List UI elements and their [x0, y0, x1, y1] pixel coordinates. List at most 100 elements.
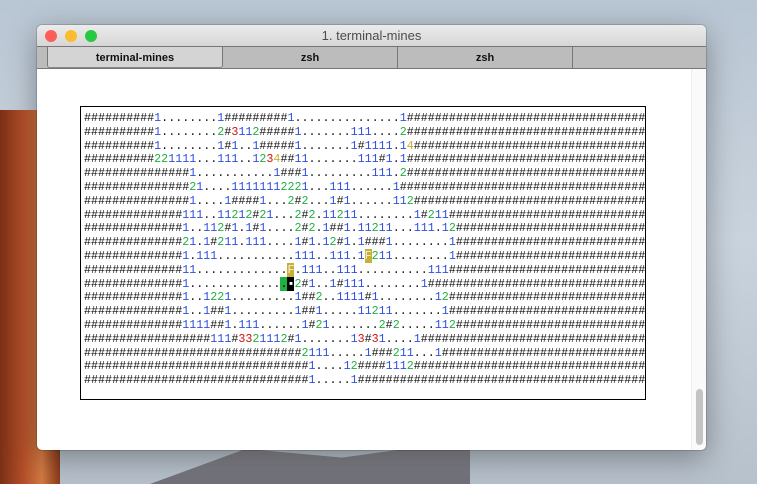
cell-hidden[interactable]: # — [554, 318, 561, 332]
cell-empty[interactable]: . — [407, 318, 414, 332]
cell-hidden[interactable]: # — [484, 346, 491, 360]
cell-number[interactable]: 1 — [393, 194, 400, 208]
cell-number[interactable]: 1 — [301, 166, 308, 180]
cell-number[interactable]: 1 — [344, 249, 351, 263]
cell-empty[interactable]: . — [358, 166, 365, 180]
cell-hidden[interactable]: # — [484, 221, 491, 235]
cell-number[interactable]: 1 — [435, 290, 442, 304]
cell-empty[interactable]: . — [407, 304, 414, 318]
cell-hidden[interactable]: # — [428, 359, 435, 373]
cell-hidden[interactable]: # — [547, 194, 554, 208]
cell-hidden[interactable]: # — [91, 166, 98, 180]
cell-number[interactable]: 1 — [344, 263, 351, 277]
cell-number[interactable]: 2 — [337, 208, 344, 222]
cell-hidden[interactable]: # — [105, 332, 112, 346]
cell-hidden[interactable]: # — [554, 166, 561, 180]
cell-hidden[interactable]: # — [477, 166, 484, 180]
cell-hidden[interactable]: # — [484, 194, 491, 208]
cell-number[interactable]: 2 — [400, 166, 407, 180]
cell-empty[interactable]: . — [316, 359, 323, 373]
cell-empty[interactable]: . — [309, 166, 316, 180]
cell-hidden[interactable]: # — [491, 249, 498, 263]
cell-hidden[interactable]: # — [512, 152, 519, 166]
cell-hidden[interactable]: # — [105, 359, 112, 373]
cell-hidden[interactable]: # — [638, 180, 645, 194]
cell-hidden[interactable]: # — [386, 373, 393, 387]
cell-hidden[interactable]: # — [638, 194, 645, 208]
cell-hidden[interactable]: # — [526, 111, 533, 125]
cell-number[interactable]: 1 — [358, 221, 365, 235]
cell-hidden[interactable]: # — [477, 277, 484, 291]
cell-hidden[interactable]: # — [491, 111, 498, 125]
cell-empty[interactable]: . — [435, 249, 442, 263]
cell-empty[interactable]: . — [393, 332, 400, 346]
cell-hidden[interactable]: # — [526, 263, 533, 277]
cell-empty[interactable]: . — [435, 221, 442, 235]
cell-hidden[interactable]: # — [547, 125, 554, 139]
cell-hidden[interactable]: # — [540, 332, 547, 346]
cell-empty[interactable]: . — [414, 318, 421, 332]
cell-empty[interactable]: . — [351, 111, 358, 125]
cell-empty[interactable]: . — [344, 332, 351, 346]
cell-empty[interactable]: . — [379, 263, 386, 277]
cell-hidden[interactable]: # — [435, 373, 442, 387]
cell-hidden[interactable]: # — [484, 263, 491, 277]
cell-hidden[interactable]: # — [638, 139, 645, 153]
cell-hidden[interactable]: # — [512, 332, 519, 346]
cell-empty[interactable]: . — [400, 263, 407, 277]
cell-number[interactable]: 2 — [309, 221, 316, 235]
cell-hidden[interactable]: # — [105, 263, 112, 277]
cell-hidden[interactable]: # — [519, 139, 526, 153]
cell-number[interactable]: 1 — [372, 290, 379, 304]
cell-number[interactable]: 1 — [414, 221, 421, 235]
cell-hidden[interactable]: # — [638, 304, 645, 318]
cell-number[interactable]: 1 — [330, 180, 337, 194]
cell-hidden[interactable]: # — [526, 373, 533, 387]
cell-empty[interactable]: . — [330, 125, 337, 139]
cell-hidden[interactable]: # — [554, 332, 561, 346]
cell-hidden[interactable]: # — [638, 277, 645, 291]
cell-hidden[interactable]: # — [372, 359, 379, 373]
cell-hidden[interactable]: # — [84, 373, 91, 387]
cell-number[interactable]: 1 — [351, 332, 358, 346]
cell-hidden[interactable]: # — [512, 359, 519, 373]
cell-hidden[interactable]: # — [638, 263, 645, 277]
minimize-button[interactable] — [65, 30, 77, 42]
cell-hidden[interactable]: # — [449, 263, 456, 277]
cell-hidden[interactable]: # — [428, 139, 435, 153]
cell-empty[interactable]: . — [344, 373, 351, 387]
cell-hidden[interactable]: # — [442, 180, 449, 194]
cell-number[interactable]: 1 — [386, 249, 393, 263]
minesweeper-board[interactable]: ##########1........1#########1..........… — [80, 106, 646, 400]
cell-hidden[interactable]: # — [98, 152, 105, 166]
cell-hidden[interactable]: # — [505, 111, 512, 125]
cell-number[interactable]: 1 — [309, 235, 316, 249]
cell-number[interactable]: 1 — [379, 139, 386, 153]
cell-hidden[interactable]: # — [449, 304, 456, 318]
cell-hidden[interactable]: # — [98, 208, 105, 222]
cell-number[interactable]: 2 — [372, 249, 379, 263]
cell-empty[interactable]: . — [316, 208, 323, 222]
cell-hidden[interactable]: # — [477, 125, 484, 139]
cell-hidden[interactable]: # — [98, 290, 105, 304]
cell-hidden[interactable]: # — [105, 221, 112, 235]
cell-hidden[interactable]: # — [638, 166, 645, 180]
cell-hidden[interactable]: # — [491, 277, 498, 291]
cell-hidden[interactable]: # — [463, 166, 470, 180]
cell-hidden[interactable]: # — [505, 263, 512, 277]
cell-hidden[interactable]: # — [84, 139, 91, 153]
cell-empty[interactable]: . — [414, 263, 421, 277]
cell-hidden[interactable]: # — [463, 263, 470, 277]
cell-hidden[interactable]: # — [435, 152, 442, 166]
cell-hidden[interactable]: # — [533, 373, 540, 387]
cell-hidden[interactable]: # — [463, 125, 470, 139]
cell-hidden[interactable]: # — [470, 221, 477, 235]
cell-hidden[interactable]: # — [98, 277, 105, 291]
cell-hidden[interactable]: # — [526, 249, 533, 263]
cell-hidden[interactable]: # — [533, 318, 540, 332]
cell-empty[interactable]: . — [386, 290, 393, 304]
cell-hidden[interactable]: # — [435, 166, 442, 180]
cell-number[interactable]: 1 — [449, 235, 456, 249]
cell-hidden[interactable]: # — [533, 235, 540, 249]
cell-hidden[interactable]: # — [330, 221, 337, 235]
